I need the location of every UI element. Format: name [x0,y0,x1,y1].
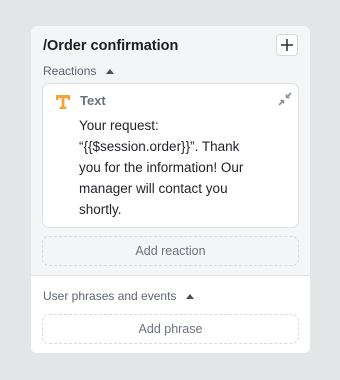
collapse-arrows-icon[interactable] [278,92,292,106]
add-reaction-button[interactable]: Add reaction [42,236,299,266]
caret-up-icon [186,293,195,299]
block-card: /Order confirmation Reactions Text Your … [31,26,310,353]
text-t-icon [56,95,70,109]
caret-up-icon [106,68,115,74]
reaction-text-card[interactable]: Text Your request: “{{$session.order}}”.… [42,83,299,228]
reaction-type-label: Text [80,93,106,108]
add-button[interactable] [276,34,298,56]
plus-icon [281,39,293,51]
add-phrase-button[interactable]: Add phrase [42,314,299,344]
phrases-section-toggle[interactable]: User phrases and events [43,289,195,303]
reactions-section-toggle[interactable]: Reactions [43,64,115,78]
phrases-section: User phrases and events Add phrase [31,276,310,353]
phrases-header-label: User phrases and events [43,289,177,303]
reaction-message-text: Your request: “{{$session.order}}”. Than… [79,118,244,217]
block-title: /Order confirmation [43,38,179,54]
reactions-header-label: Reactions [43,64,97,78]
